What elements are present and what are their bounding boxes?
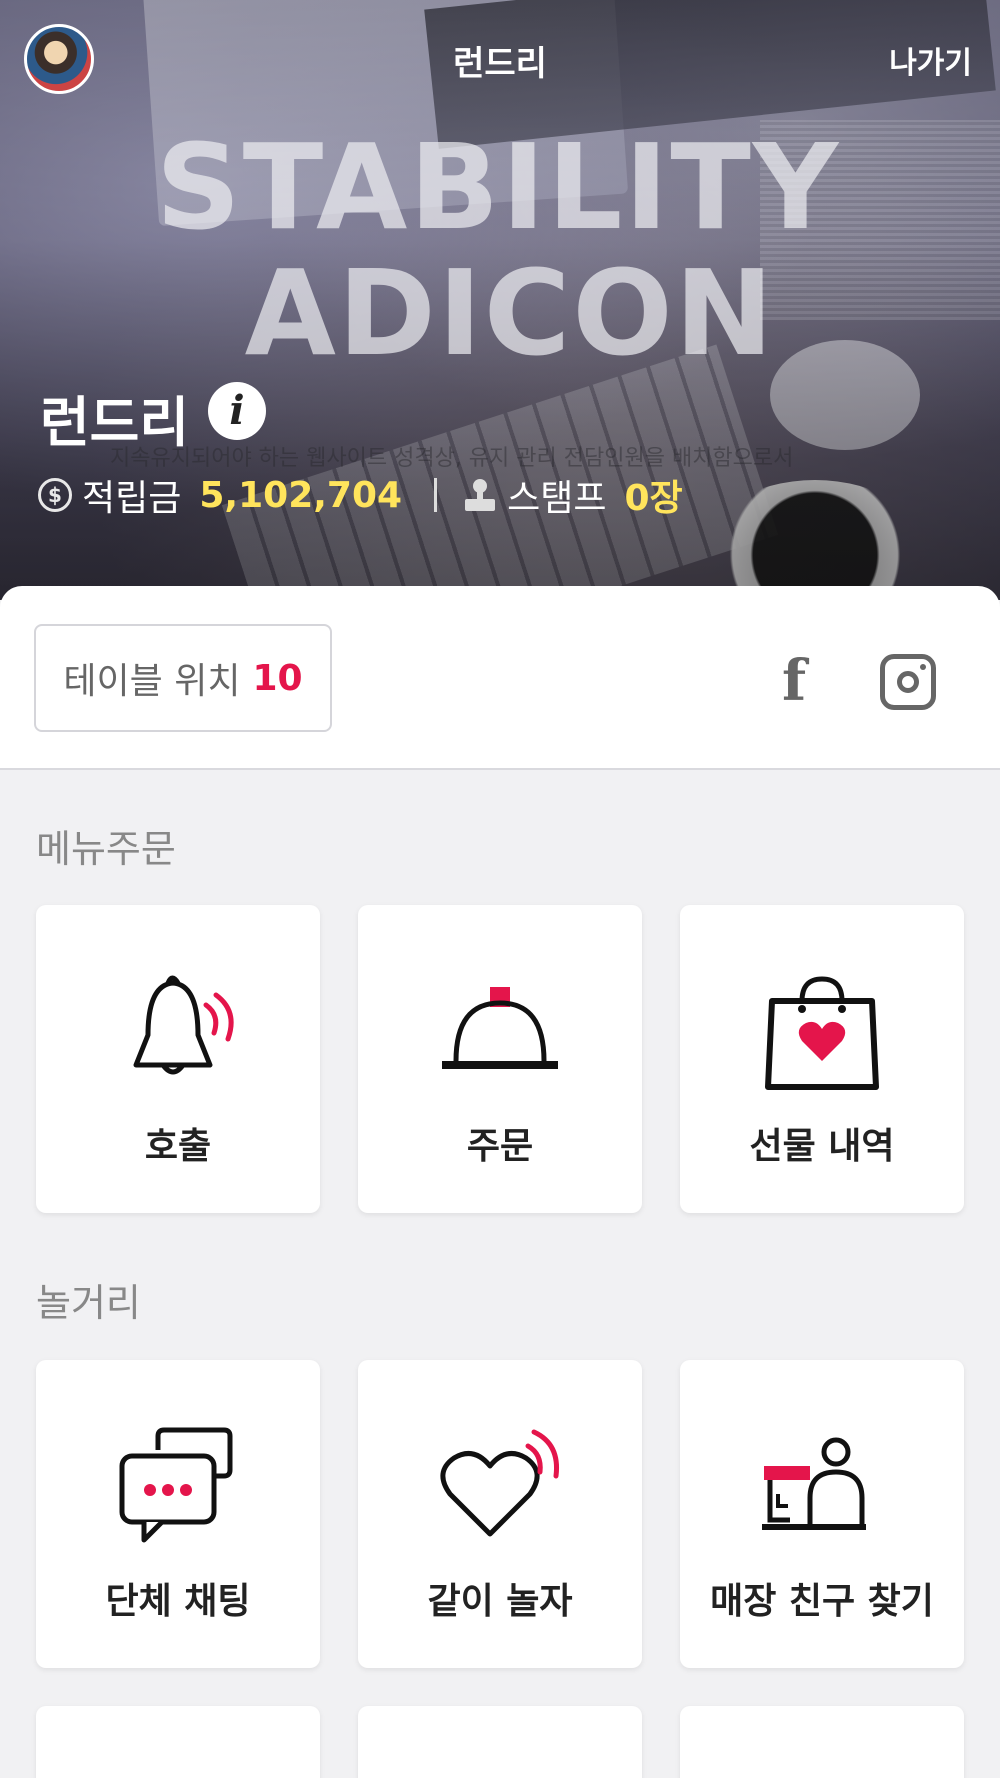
section-title-fun: 놀거리 [36,1281,141,1325]
gift-bag-icon [765,976,879,1090]
table-number: 10 [252,657,303,699]
points-label: 적립금 [82,478,182,519]
tile-label-order: 주문 [466,1126,534,1167]
tile-label-find-friends: 매장 친구 찾기 [710,1581,934,1622]
tile-play-together[interactable]: 같이 놀자 [358,1360,642,1668]
exit-button[interactable]: 나가기 [889,38,972,82]
stamp-label: 스탬프 [507,478,607,519]
stats-row: $ 적립금 5,102,704 스탬프 0장 [38,470,683,520]
tile-label-gift-history: 선물 내역 [749,1126,895,1167]
stats-divider [434,478,438,512]
points-value: 5,102,704 [199,474,403,516]
bell-icon [133,975,234,1075]
hero-watermark-line1: STABILITY [155,118,841,256]
tile-label-play-together: 같이 놀자 [427,1581,573,1622]
hero-faint-text: 지속유지되어야 하는 웹사이트 성격상, 유지 관리 전담인원을 배치함으로서 [110,446,794,471]
coin-icon: $ [38,478,72,512]
cloche-icon [442,987,558,1069]
section-title-menu-order: 메뉴주문 [36,827,176,871]
stamp-value: 0장 [624,478,683,519]
tile-partial-2[interactable] [358,1706,642,1778]
hero-watermark-line2: ADICON [244,244,776,382]
tile-label-group-chat: 단체 채팅 [105,1581,251,1622]
chat-icon [119,1427,233,1543]
table-location-button[interactable]: 테이블 위치 10 [34,624,332,732]
hero-banner: STABILITY ADICON 지속유지되어야 하는 웹사이트 성격상, 유지… [0,0,1000,600]
tile-partial-3[interactable] [680,1706,964,1778]
tile-group-chat[interactable]: 단체 채팅 [36,1360,320,1668]
table-location-label: 테이블 위치 [63,661,241,702]
instagram-icon[interactable] [880,654,936,710]
friend-finder-icon [762,1437,866,1530]
tile-partial-1[interactable] [36,1706,320,1778]
table-social-bar: 테이블 위치 10 f [0,586,1000,770]
tile-find-friends[interactable]: 매장 친구 찾기 [680,1360,964,1668]
store-name: 런드리 [40,391,190,454]
tile-label-call: 호출 [144,1126,212,1167]
facebook-icon[interactable]: f [782,653,822,709]
heart-signal-icon [440,1429,560,1537]
page-title: 런드리 [453,44,547,84]
tile-gift-history[interactable]: 선물 내역 [680,905,964,1213]
info-icon[interactable]: i [208,382,266,440]
stamp-icon [465,479,496,511]
tile-order[interactable]: 주문 [358,905,642,1213]
tile-call[interactable]: 호출 [36,905,320,1213]
